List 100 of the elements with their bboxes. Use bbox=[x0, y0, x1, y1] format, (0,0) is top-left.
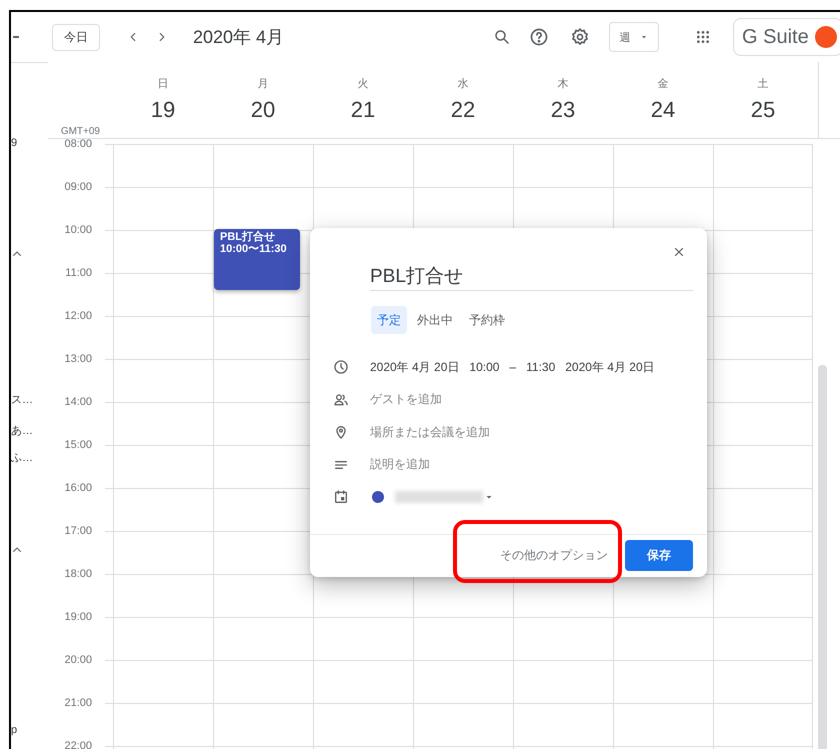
account-avatar[interactable] bbox=[814, 26, 837, 48]
day-number[interactable]: 25 bbox=[750, 97, 776, 123]
brand-name: G Suite bbox=[742, 26, 809, 48]
hour-label: 19:00 bbox=[64, 610, 92, 624]
guests-field[interactable]: ゲストを追加 bbox=[370, 391, 442, 408]
today-button[interactable]: 今日 bbox=[52, 24, 100, 50]
time-slot[interactable] bbox=[513, 660, 613, 703]
time-slot[interactable] bbox=[713, 445, 813, 488]
time-slot[interactable] bbox=[713, 187, 813, 230]
time-slot[interactable] bbox=[113, 402, 213, 445]
hour-label: 09:00 bbox=[64, 180, 92, 194]
time-slot[interactable] bbox=[713, 144, 813, 187]
brand-badge[interactable]: G Suite bbox=[733, 18, 840, 56]
time-slot[interactable] bbox=[413, 617, 513, 660]
day-number[interactable]: 21 bbox=[350, 97, 376, 123]
time-slot[interactable] bbox=[113, 316, 213, 359]
day-number[interactable]: 24 bbox=[650, 97, 676, 123]
time-slot[interactable] bbox=[713, 703, 813, 746]
end-time[interactable]: 11:30 bbox=[526, 360, 556, 374]
time-slot[interactable] bbox=[413, 660, 513, 703]
time-slot[interactable] bbox=[113, 230, 213, 273]
weekday-label: 月 bbox=[258, 77, 268, 91]
weekday-label: 木 bbox=[558, 77, 568, 91]
day-number[interactable]: 19 bbox=[150, 97, 176, 123]
save-button[interactable]: 保存 bbox=[625, 540, 693, 572]
start-time[interactable]: 10:00 bbox=[469, 360, 500, 374]
time-slot[interactable] bbox=[613, 703, 713, 746]
time-slot[interactable] bbox=[713, 531, 813, 574]
description-field[interactable]: 説明を追加 bbox=[370, 456, 430, 474]
calendar-icon bbox=[333, 489, 349, 506]
sidebar-text-fragment: ふ… bbox=[11, 451, 34, 465]
time-slot[interactable] bbox=[713, 230, 813, 273]
month-title: 2020年 4月 bbox=[193, 26, 286, 49]
hour-label: 12:00 bbox=[64, 309, 92, 323]
time-slot[interactable] bbox=[713, 359, 813, 402]
time-slot[interactable] bbox=[213, 703, 313, 746]
end-date[interactable]: 2020年 4月 20日 bbox=[565, 358, 655, 376]
settings-icon bbox=[570, 27, 590, 47]
help-icon bbox=[529, 27, 549, 47]
hour-label: 22:00 bbox=[64, 739, 92, 749]
time-slot[interactable] bbox=[113, 703, 213, 746]
more-options-button[interactable]: その他のオプション bbox=[500, 547, 608, 564]
time-slot[interactable] bbox=[513, 144, 613, 187]
time-slot[interactable] bbox=[713, 660, 813, 703]
day-number[interactable]: 22 bbox=[450, 97, 476, 123]
time-slot[interactable] bbox=[713, 273, 813, 316]
time-slot[interactable] bbox=[513, 703, 613, 746]
sidebar-text-fragment: あ… bbox=[11, 424, 34, 438]
time-slot[interactable] bbox=[113, 574, 213, 617]
event-type-tab[interactable]: 予約枠 bbox=[463, 306, 511, 334]
location-field[interactable]: 場所または会議を追加 bbox=[370, 424, 490, 441]
time-slot[interactable] bbox=[113, 660, 213, 703]
event-block[interactable]: PBL打合せ 10:00〜11:30 bbox=[214, 229, 300, 290]
time-slot[interactable] bbox=[313, 703, 413, 746]
time-slot[interactable] bbox=[513, 617, 613, 660]
time-slot[interactable] bbox=[613, 144, 713, 187]
title-field[interactable]: PBL打合せ bbox=[370, 264, 693, 291]
hour-label: 21:00 bbox=[64, 696, 92, 710]
time-slot[interactable] bbox=[713, 402, 813, 445]
time-slot[interactable] bbox=[213, 617, 313, 660]
weekday-label: 金 bbox=[658, 77, 668, 91]
time-slot[interactable] bbox=[213, 144, 313, 187]
time-slot[interactable] bbox=[113, 488, 213, 531]
weekday-label: 土 bbox=[758, 77, 768, 91]
hour-label: 16:00 bbox=[64, 481, 92, 495]
time-slot[interactable] bbox=[713, 488, 813, 531]
hour-label: 20:00 bbox=[64, 653, 92, 667]
time-slot[interactable] bbox=[713, 316, 813, 359]
time-slot[interactable] bbox=[413, 144, 513, 187]
time-slot[interactable] bbox=[213, 660, 313, 703]
time-slot[interactable] bbox=[113, 144, 213, 187]
time-slot[interactable] bbox=[113, 531, 213, 574]
event-type-tab[interactable]: 外出中 bbox=[411, 306, 459, 334]
weekday-label: 日 bbox=[158, 77, 168, 91]
sidebar-text-fragment: p bbox=[11, 723, 18, 737]
time-slot[interactable] bbox=[113, 617, 213, 660]
time-slot[interactable] bbox=[613, 617, 713, 660]
time-slot[interactable] bbox=[613, 660, 713, 703]
time-slot[interactable] bbox=[313, 144, 413, 187]
weekday-label: 火 bbox=[358, 77, 368, 91]
view-select[interactable]: 週 bbox=[609, 22, 659, 52]
day-number[interactable]: 20 bbox=[250, 97, 276, 123]
time-slot[interactable] bbox=[113, 273, 213, 316]
hour-label: 13:00 bbox=[64, 352, 92, 366]
hour-label: 18:00 bbox=[64, 567, 92, 581]
event-type-tab[interactable]: 予定 bbox=[371, 306, 407, 334]
scrollbar-thumb[interactable] bbox=[818, 365, 827, 749]
event-time: 10:00〜11:30 bbox=[220, 243, 288, 255]
time-slot[interactable] bbox=[313, 660, 413, 703]
time-slot[interactable] bbox=[313, 617, 413, 660]
time-slot[interactable] bbox=[713, 574, 813, 617]
time-slot[interactable] bbox=[113, 187, 213, 230]
time-slot[interactable] bbox=[413, 703, 513, 746]
time-slot[interactable] bbox=[713, 617, 813, 660]
time-slot[interactable] bbox=[213, 574, 313, 617]
sidebar-text-fragment: 9 bbox=[11, 136, 18, 150]
start-date[interactable]: 2020年 4月 20日 bbox=[370, 358, 460, 376]
time-slot[interactable] bbox=[113, 359, 213, 402]
day-number[interactable]: 23 bbox=[550, 97, 576, 123]
time-slot[interactable] bbox=[113, 445, 213, 488]
